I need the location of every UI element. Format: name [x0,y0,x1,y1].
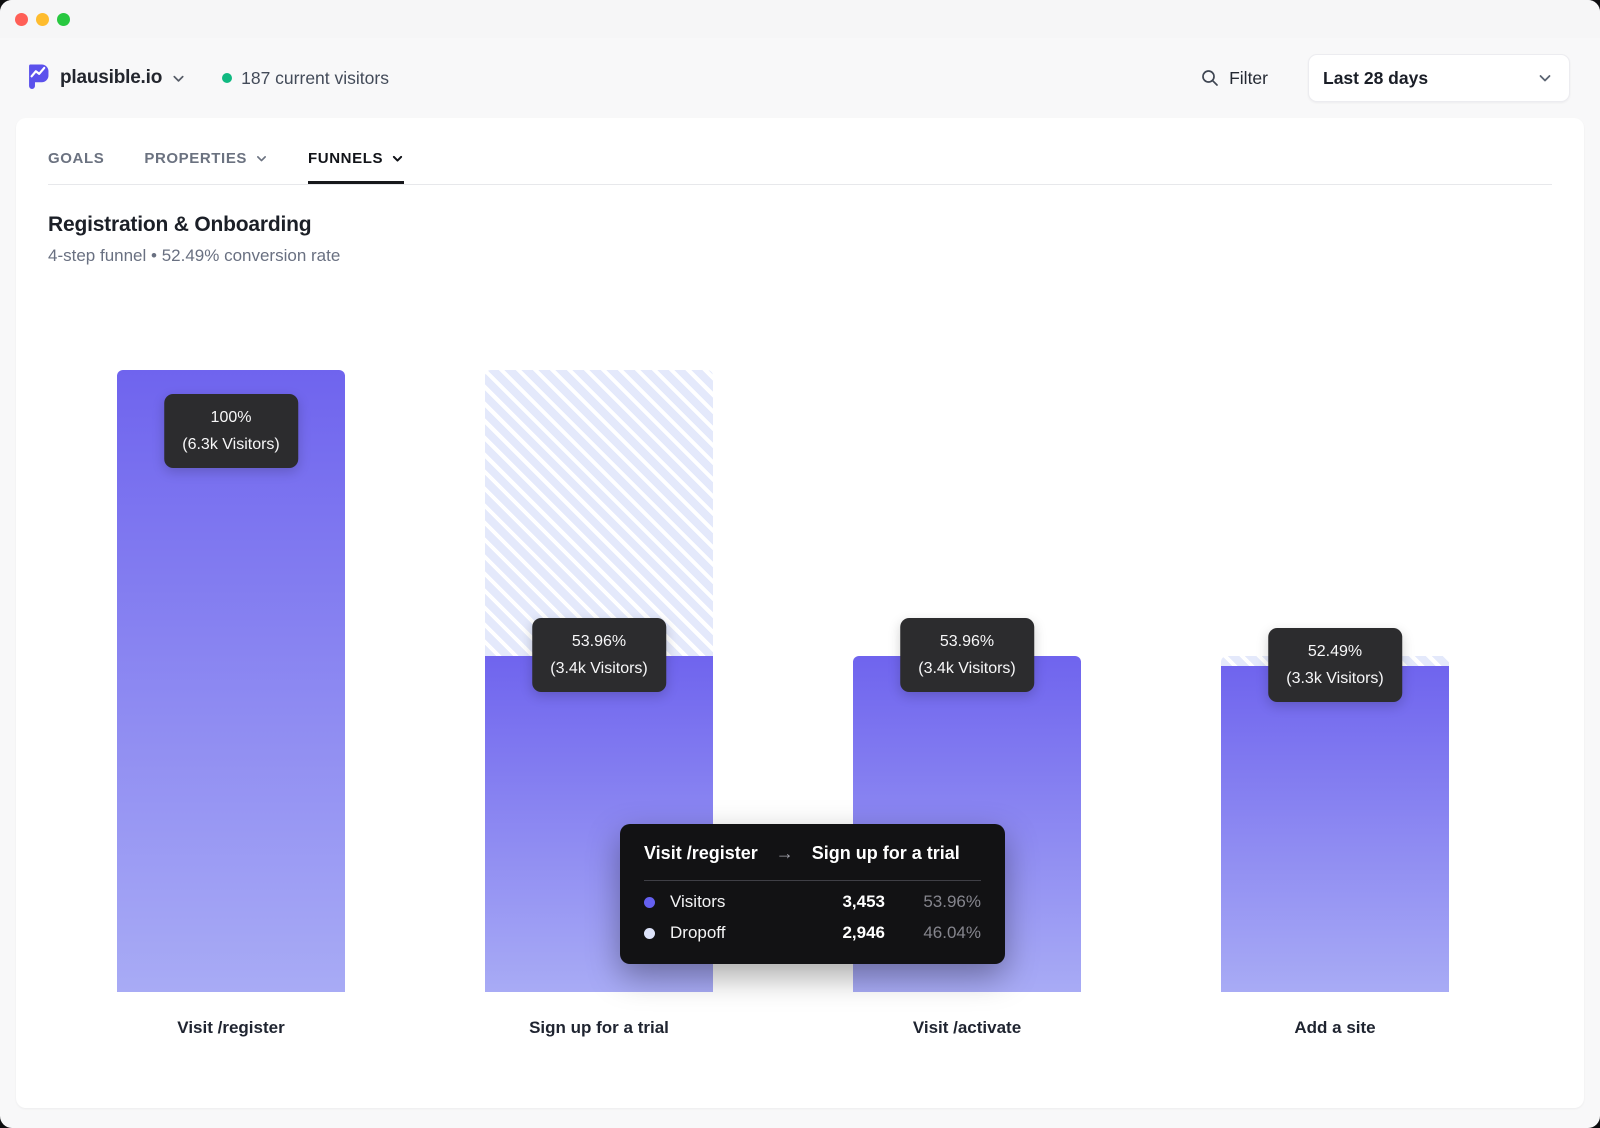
site-name: plausible.io [60,67,162,89]
app-window: plausible.io 187 current visitors Filter… [0,0,1600,1128]
close-window-button[interactable] [15,13,28,26]
plausible-logo-icon [24,62,51,94]
chevron-down-icon [255,152,268,165]
badge-percent: 53.96% [550,628,648,655]
badge-percent: 52.49% [1286,638,1384,665]
funnel-badge: 100% (6.3k Visitors) [164,394,298,468]
site-switcher[interactable]: plausible.io [24,62,186,94]
dropoff-hatch [485,370,713,656]
badge-visitors: (3.4k Visitors) [918,655,1016,682]
visitors-dot-icon [644,897,655,908]
tab-funnels[interactable]: FUNNELS [308,150,404,184]
dropoff-dot-icon [644,928,655,939]
current-visitors-label: 187 current visitors [241,68,389,89]
live-dot-icon [222,73,232,83]
tooltip-row-label: Visitors [670,892,830,912]
tooltip-row-label: Dropoff [670,923,830,943]
tooltip-divider [644,880,981,881]
funnel-card: GOALS PROPERTIES FUNNELS Registration & … [16,118,1584,1108]
search-icon [1200,68,1220,88]
badge-percent: 100% [182,404,280,431]
tooltip-row-pct: 53.96% [897,892,981,912]
funnel-step-4: 52.49% (3.3k Visitors) Add a site [1221,370,1449,1038]
tab-properties-label: PROPERTIES [144,150,247,167]
current-visitors[interactable]: 187 current visitors [222,68,389,89]
funnel-chart: 100% (6.3k Visitors) Visit /register 53.… [48,370,1552,1060]
report-tabs: GOALS PROPERTIES FUNNELS [48,150,1552,185]
date-range-select[interactable]: Last 28 days [1308,54,1570,102]
funnel-subtitle: 4-step funnel • 52.49% conversion rate [48,246,1552,266]
tooltip-row-value: 2,946 [842,923,885,943]
tooltip-row-visitors: Visitors 3,453 53.96% [644,892,981,912]
app-header: plausible.io 187 current visitors Filter… [0,38,1600,118]
tooltip-row-value: 3,453 [842,892,885,912]
badge-visitors: (3.4k Visitors) [550,655,648,682]
tooltip-row-pct: 46.04% [897,923,981,943]
funnel-title: Registration & Onboarding [48,213,1552,237]
tooltip-from-step: Visit /register [644,843,758,864]
funnel-badge: 53.96% (3.4k Visitors) [532,618,666,692]
tab-goals-label: GOALS [48,150,104,167]
tooltip-to-step: Sign up for a trial [812,843,960,864]
step-label: Visit /register [117,1018,345,1038]
badge-visitors: (6.3k Visitors) [182,431,280,458]
badge-percent: 53.96% [918,628,1016,655]
tab-goals[interactable]: GOALS [48,150,104,184]
funnel-step-1: 100% (6.3k Visitors) Visit /register [117,370,345,1038]
date-range-value: Last 28 days [1323,68,1428,89]
arrow-right-icon: → [776,843,794,864]
maximize-window-button[interactable] [57,13,70,26]
filter-button[interactable]: Filter [1200,68,1268,89]
titlebar [0,0,1600,38]
step-label: Visit /activate [853,1018,1081,1038]
funnel-badge: 53.96% (3.4k Visitors) [900,618,1034,692]
chevron-down-icon [391,152,404,165]
tooltip-row-dropoff: Dropoff 2,946 46.04% [644,923,981,943]
step-label: Sign up for a trial [485,1018,713,1038]
filter-label: Filter [1229,68,1268,89]
tab-funnels-label: FUNNELS [308,150,383,167]
badge-visitors: (3.3k Visitors) [1286,665,1384,692]
chevron-down-icon [171,71,186,86]
funnel-badge: 52.49% (3.3k Visitors) [1268,628,1402,702]
minimize-window-button[interactable] [36,13,49,26]
tab-properties[interactable]: PROPERTIES [144,150,268,184]
funnel-tooltip: Visit /register → Sign up for a trial Vi… [620,824,1005,964]
step-label: Add a site [1221,1018,1449,1038]
chevron-down-icon [1537,70,1553,86]
funnel-bar[interactable] [1221,666,1449,992]
